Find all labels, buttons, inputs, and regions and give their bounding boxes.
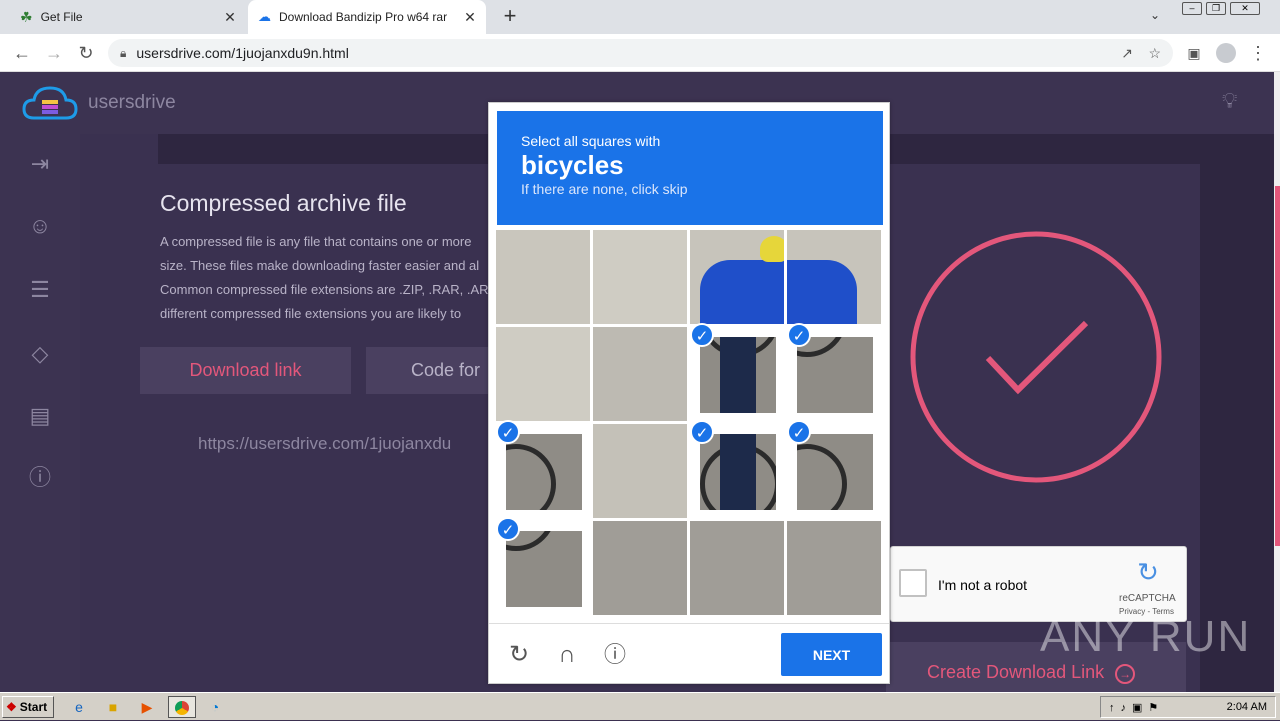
back-arrow-icon[interactable]: ← <box>6 34 38 72</box>
download-link-button[interactable]: Download link <box>140 347 351 394</box>
address-bar[interactable]: 🔒︎ usersdrive.com/1juojanxdu9n.html ↗ ☆ <box>108 39 1173 67</box>
arrow-circle-icon: → <box>1115 664 1136 684</box>
captcha-tile[interactable]: ✓ <box>496 420 590 518</box>
browser-tab-bar: ☘ Get File ✕ ☁ Download Bandizip Pro w64… <box>0 0 1280 34</box>
tile-selected-check-icon: ✓ <box>496 517 520 541</box>
scrollbar-thumb[interactable] <box>1275 186 1280 546</box>
forward-arrow-icon[interactable]: → <box>38 34 70 72</box>
close-icon[interactable]: ✕ <box>222 9 238 26</box>
lightbulb-icon[interactable]: 💡︎ <box>1222 88 1237 114</box>
info-circle-icon[interactable]: ⓘ <box>22 460 58 496</box>
tile-selected-check-icon: ✓ <box>690 323 714 347</box>
start-button[interactable]: ❖ Start <box>2 696 54 718</box>
recaptcha-brand: reCAPTCHA <box>1119 593 1176 604</box>
captcha-tile[interactable]: ✓ <box>787 420 881 518</box>
info-icon[interactable]: ⓘ <box>601 641 629 669</box>
folder-icon[interactable]: ■ <box>102 696 124 718</box>
anyrun-watermark: ANY RUN <box>1040 612 1252 661</box>
share-icon[interactable]: ↗ <box>1121 45 1133 62</box>
edge-icon[interactable]: ◔ <box>204 696 226 718</box>
page-heading: Compressed archive file <box>160 190 407 216</box>
tray-icons[interactable]: ↑♪▣⚑ <box>1101 701 1164 714</box>
success-check-circle-icon <box>910 231 1162 483</box>
captcha-tile[interactable]: ✓ <box>690 323 784 421</box>
captcha-tile[interactable]: ✓ <box>496 517 590 615</box>
minimize-icon[interactable]: – <box>1182 2 1202 15</box>
captcha-challenge-dialog: Select all squares with bicycles If ther… <box>488 102 890 684</box>
captcha-tile[interactable] <box>787 230 881 324</box>
recaptcha-widget: I'm not a robot ↻ reCAPTCHA Privacy - Te… <box>890 546 1187 622</box>
captcha-tile[interactable] <box>496 230 590 324</box>
captcha-tile[interactable] <box>496 327 590 421</box>
captcha-tile[interactable] <box>593 230 687 324</box>
tile-selected-check-icon: ✓ <box>690 420 714 444</box>
captcha-tile[interactable] <box>690 230 784 324</box>
browser-toolbar: ← → ↻ 🔒︎ usersdrive.com/1juojanxdu9n.htm… <box>0 34 1280 72</box>
next-button[interactable]: NEXT <box>781 633 882 676</box>
tab-download-bandizip[interactable]: ☁ Download Bandizip Pro w64 rar ✕ <box>248 0 486 34</box>
reload-icon[interactable]: ↻ <box>505 641 533 669</box>
captcha-tile[interactable] <box>787 521 881 615</box>
tab-title: Download Bandizip Pro w64 rar <box>279 10 448 24</box>
not-robot-checkbox[interactable] <box>899 569 927 597</box>
download-link-text[interactable]: https://usersdrive.com/1juojanxdu <box>198 434 490 454</box>
tab-title: Get File <box>40 10 83 24</box>
instruction-line1: Select all squares with <box>521 133 661 149</box>
tile-selected-check-icon: ✓ <box>496 420 520 444</box>
windows-taskbar: ❖ Start e ■ ▶ ◔ ↑♪▣⚑ 2:04 AM <box>0 692 1280 720</box>
window-controls: – ❐ ✕ <box>1182 2 1272 16</box>
document-icon[interactable]: ☰ <box>22 272 58 308</box>
captcha-grid: ✓ ✓ ✓ ✓ ✓ ✓ <box>496 230 883 617</box>
system-tray: ↑♪▣⚑ 2:04 AM <box>1100 696 1276 718</box>
cloud-icon: ☁ <box>258 9 271 24</box>
menu-kebab-icon[interactable]: ⋮ <box>1242 34 1274 72</box>
lock-icon: 🔒︎ <box>120 45 127 60</box>
captcha-tile[interactable]: ✓ <box>690 420 784 518</box>
diamond-icon[interactable]: ◇ <box>22 336 58 372</box>
close-window-icon[interactable]: ✕ <box>1230 2 1260 15</box>
tab-search-chevron-icon[interactable]: ⌄ <box>1150 8 1160 22</box>
instruction-line2: If there are none, click skip <box>521 181 688 197</box>
add-user-icon[interactable]: ☺ <box>22 208 58 244</box>
usersdrive-logo-icon[interactable] <box>22 84 78 122</box>
not-robot-label: I'm not a robot <box>938 577 1028 593</box>
tile-selected-check-icon: ✓ <box>787 420 811 444</box>
site-sidebar: ⇥ ☺ ☰ ◇ ▤ ⓘ <box>0 134 80 692</box>
description-paragraph: A compressed file is any file that conta… <box>160 234 489 321</box>
chrome-icon[interactable] <box>168 696 196 718</box>
clock: 2:04 AM <box>1226 701 1267 713</box>
login-icon[interactable]: ⇥ <box>22 146 58 182</box>
headphones-icon[interactable]: ∩ <box>553 641 581 669</box>
site-logo-text[interactable]: usersdrive <box>88 92 176 114</box>
captcha-divider <box>489 623 889 624</box>
side-panel-icon[interactable]: ▣ <box>1178 34 1210 72</box>
frog-icon: ☘ <box>20 8 33 25</box>
captcha-tile[interactable] <box>593 424 687 518</box>
captcha-tile[interactable] <box>690 521 784 615</box>
money-icon[interactable]: ▤ <box>22 398 58 434</box>
reload-page-icon[interactable]: ↻ <box>70 34 102 72</box>
captcha-tile[interactable]: ✓ <box>787 323 881 421</box>
profile-avatar-icon[interactable] <box>1210 34 1242 72</box>
captcha-tile[interactable] <box>593 327 687 421</box>
media-player-icon[interactable]: ▶ <box>136 696 158 718</box>
code-for-button[interactable]: Code for <box>366 347 496 394</box>
create-download-link-button[interactable]: Create Download Link → <box>927 662 1136 684</box>
captcha-target: bicycles <box>521 150 624 180</box>
close-icon[interactable]: ✕ <box>462 9 478 26</box>
windows-logo-icon: ❖ <box>6 700 17 714</box>
new-tab-button[interactable]: + <box>498 4 522 28</box>
url-text: usersdrive.com/1juojanxdu9n.html <box>136 45 349 61</box>
tile-selected-check-icon: ✓ <box>787 323 811 347</box>
recaptcha-logo-icon: ↻ <box>1137 557 1159 587</box>
tab-get-file[interactable]: ☘ Get File ✕ <box>10 0 246 34</box>
captcha-header: Select all squares with bicycles If ther… <box>497 111 883 225</box>
restore-icon[interactable]: ❐ <box>1206 2 1226 15</box>
captcha-tile[interactable] <box>593 521 687 615</box>
bookmark-star-icon[interactable]: ☆ <box>1148 45 1161 62</box>
ie-icon[interactable]: e <box>68 696 90 718</box>
